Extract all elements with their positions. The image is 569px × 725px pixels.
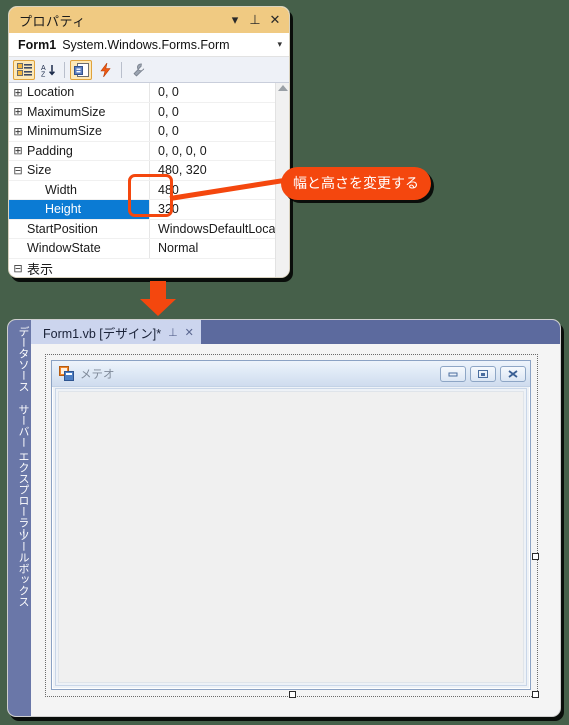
alphabetical-icon: A Z (41, 64, 55, 77)
expand-icon[interactable]: ⊞ (9, 125, 27, 138)
property-value[interactable]: 0, 0 (149, 83, 275, 102)
property-value[interactable]: 480, 320 (149, 161, 275, 180)
property-row[interactable]: ⊟ Size 480, 320 (9, 161, 275, 181)
property-name: Location (27, 85, 75, 100)
close-icon (508, 369, 518, 378)
resize-handle-bottom[interactable] (289, 691, 296, 698)
categorized-view-button[interactable] (13, 59, 35, 80)
maximize-icon (478, 369, 488, 378)
property-name: WindowState (27, 241, 101, 256)
property-name: MaximumSize (27, 104, 106, 119)
property-value[interactable]: 320 (149, 200, 275, 219)
property-value[interactable]: WindowsDefaultLocati (149, 219, 275, 238)
properties-grid: ⊞ Location 0, 0 ⊞ MaximumSize 0, 0 ⊞ MinimumSiz… (9, 83, 289, 277)
close-icon[interactable]: ✕ (265, 10, 285, 30)
expand-icon[interactable]: ⊞ (9, 144, 27, 157)
expand-icon[interactable]: ⊞ (9, 105, 27, 118)
visual-studio-designer-panel: データソース サーバー エクスプローラー ツールボックス Form1.vb [デ… (7, 319, 561, 717)
property-row[interactable]: StartPosition WindowsDefaultLocati (9, 219, 275, 239)
down-arrow-icon (140, 281, 176, 316)
close-icon[interactable]: ✕ (185, 326, 194, 339)
flow-down-arrow (138, 281, 178, 317)
property-name: Width (45, 182, 77, 197)
property-pages-wrench-button[interactable] (127, 60, 149, 80)
chevron-down-icon[interactable]: ▾ (225, 10, 245, 30)
properties-page-button[interactable] (70, 59, 92, 80)
ide-main-area: Form1.vb [デザイン]* ⊥ ✕ メテオ (31, 320, 560, 716)
design-host-container: メテオ (45, 354, 539, 698)
property-value[interactable]: 0, 0 (149, 102, 275, 121)
callout-bubble: 幅と高さを変更する (281, 167, 431, 200)
maximize-button[interactable] (470, 365, 496, 382)
lightning-icon (99, 62, 111, 77)
selected-object-type: System.Windows.Forms.Form (62, 37, 230, 52)
form-client-area[interactable] (55, 388, 527, 686)
properties-titlebar: プロパティ ▾ ⊥ ✕ (9, 7, 289, 33)
ide-vertical-tab-sidebar: データソース サーバー エクスプローラー ツールボックス (8, 320, 31, 716)
pin-icon[interactable]: ⊥ (245, 10, 265, 30)
categorized-icon (16, 62, 32, 76)
designer-surface: メテオ (31, 344, 560, 716)
form-client-inner (58, 391, 524, 683)
minimize-icon (448, 372, 458, 376)
properties-row-list: ⊞ Location 0, 0 ⊞ MaximumSize 0, 0 ⊞ MinimumSiz… (9, 83, 275, 277)
tab-label: Form1.vb [デザイン]* (43, 326, 162, 341)
property-value[interactable]: Normal (149, 239, 275, 258)
resize-handle-right[interactable] (532, 553, 539, 560)
property-name: Padding (27, 143, 73, 158)
property-row[interactable]: ⊞ MinimumSize 0, 0 (9, 122, 275, 142)
form-titlebar: メテオ (52, 361, 530, 387)
close-button[interactable] (500, 365, 526, 382)
tab-form1-designer[interactable]: Form1.vb [デザイン]* ⊥ ✕ (31, 320, 201, 344)
scroll-up-arrow-icon[interactable] (277, 85, 288, 91)
screenshot-root: プロパティ ▾ ⊥ ✕ Form1 System.Windows.Forms.F… (0, 0, 569, 725)
alphabetical-view-button[interactable]: A Z (37, 60, 59, 80)
property-page-icon (73, 62, 89, 77)
toolbar-separator (121, 61, 122, 78)
property-row[interactable]: ⊞ Location 0, 0 (9, 83, 275, 103)
chevron-down-icon[interactable]: ▾ (277, 39, 285, 50)
properties-panel: プロパティ ▾ ⊥ ✕ Form1 System.Windows.Forms.F… (8, 6, 290, 278)
svg-text:Z: Z (41, 71, 46, 77)
form-title-text: メテオ (80, 368, 115, 381)
editor-tabstrip: Form1.vb [デザイン]* ⊥ ✕ (31, 320, 560, 344)
property-row[interactable]: ⊞ MaximumSize 0, 0 (9, 102, 275, 122)
property-row[interactable]: Height 320 (9, 200, 275, 220)
designed-form-window[interactable]: メテオ (51, 360, 531, 690)
sidebar-item-toolbox[interactable]: ツールボックス (8, 528, 31, 607)
property-name: StartPosition (27, 221, 98, 236)
property-category-name: 表示 (27, 261, 54, 277)
property-value[interactable]: 0, 0, 0, 0 (149, 141, 275, 160)
properties-toolbar: A Z (9, 57, 289, 83)
properties-panel-title: プロパティ (19, 13, 86, 29)
property-value[interactable]: 0, 0 (149, 122, 275, 141)
expand-icon[interactable]: ⊞ (9, 86, 27, 99)
wrench-icon (133, 63, 144, 76)
sidebar-item-server-explorer[interactable]: サーバー エクスプローラー (8, 402, 31, 539)
property-name: MinimumSize (27, 124, 103, 139)
resize-handle-bottom-right[interactable] (532, 691, 539, 698)
collapse-icon[interactable]: ⊟ (9, 164, 27, 177)
pin-icon[interactable]: ⊥ (168, 326, 178, 339)
property-row[interactable]: ⊞ Padding 0, 0, 0, 0 (9, 141, 275, 161)
property-category-row[interactable]: ⊟ 表示 (9, 259, 275, 278)
property-name: Size (27, 163, 52, 178)
properties-object-selector[interactable]: Form1 System.Windows.Forms.Form ▾ (9, 33, 289, 57)
minimize-button[interactable] (440, 365, 466, 382)
form-icon (59, 366, 74, 381)
selected-object-name: Form1 (18, 37, 57, 52)
sidebar-item-data-sources[interactable]: データソース (8, 324, 31, 392)
events-button[interactable] (94, 60, 116, 80)
toolbar-separator (64, 61, 65, 78)
property-row[interactable]: WindowState Normal (9, 239, 275, 259)
collapse-icon[interactable]: ⊟ (9, 262, 27, 275)
property-name: Height (45, 202, 82, 217)
